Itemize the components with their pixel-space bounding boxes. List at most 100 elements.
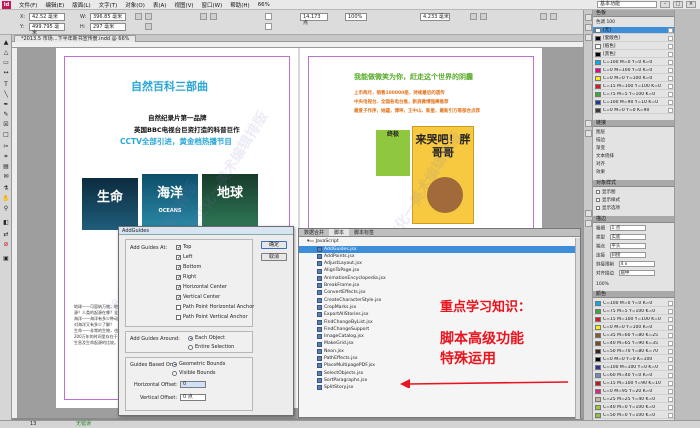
x-field[interactable]: 42.52 毫米	[29, 13, 65, 21]
stroke-option-row[interactable]: 连接 斜接	[596, 252, 647, 259]
color-swatch-row[interactable]: C=35 M=60 Y=80 K=25	[593, 332, 675, 339]
script-item[interactable]: BreakFrame.jsx	[299, 282, 577, 289]
stroke-option-row[interactable]: 类型 实底	[596, 234, 647, 241]
links-panel-header[interactable]: 链接	[593, 120, 675, 127]
shear-icon[interactable]	[145, 23, 152, 30]
checkbox[interactable]	[176, 314, 181, 320]
swatch-row[interactable]: C=0 M=0 Y=100 K=0	[593, 75, 675, 82]
color-swatch-row[interactable]: C=0 M=95 Y=20 K=0	[593, 388, 675, 395]
view-mode-icon[interactable]: ▣	[2, 255, 10, 263]
guide-checkbox[interactable]: ✓ Left	[176, 254, 192, 260]
guide-checkbox[interactable]: ✓ Right	[176, 274, 196, 280]
menu-window[interactable]: 窗口(W)	[198, 1, 227, 9]
script-item[interactable]: Neon.jsx	[299, 348, 577, 355]
color-swatch-row[interactable]: C=40 M=0 Y=100 K=0	[593, 404, 675, 411]
guide-checkbox[interactable]: ✓ Vertical Center	[176, 294, 220, 300]
pages-icon[interactable]	[585, 14, 592, 21]
script-item[interactable]: ImageCatalog.jsx	[299, 333, 577, 340]
color-swatch-row[interactable]: C=0 M=0 Y=100 K=0	[593, 324, 675, 331]
close-button[interactable]: ×	[686, 1, 696, 8]
panel-link-item[interactable]: 对齐	[596, 161, 605, 167]
fill-swatch-icon[interactable]	[265, 13, 272, 20]
tab-data-merge[interactable]: 数据合并	[299, 229, 329, 236]
gradient-tool-icon[interactable]: ▤	[2, 163, 10, 171]
color-swatch-row[interactable]: C=0 M=0 Y=0 K=100	[593, 356, 675, 363]
fit-content-icon[interactable]	[550, 13, 557, 20]
opacity-field[interactable]: 100%	[345, 13, 367, 21]
swatch-row[interactable]: [无]	[593, 27, 675, 34]
y-field[interactable]: 499.795 毫米	[29, 23, 65, 36]
stroke-icon[interactable]	[585, 120, 592, 127]
headline-2[interactable]: 英国BBC电视台巨资打造的科普巨作	[134, 124, 240, 134]
menu-layout[interactable]: 版面(L)	[68, 1, 94, 9]
color-swatch-row[interactable]: C=60 M=40 Y=0 K=0	[593, 372, 675, 379]
percent-value[interactable]: 100%	[596, 282, 609, 287]
stroke-option-row[interactable]: 端点 平头	[596, 243, 647, 250]
character-icon[interactable]	[585, 220, 592, 227]
zoom-level[interactable]: 66%	[254, 2, 274, 8]
swap-icon[interactable]: ⇄	[2, 231, 10, 239]
stroke-option-value[interactable]: 实底	[610, 234, 647, 240]
preflight-status[interactable]: 无错误	[76, 421, 91, 428]
menu-table[interactable]: 表(A)	[149, 1, 171, 9]
v-offset-field[interactable]: 0 点	[180, 394, 206, 401]
script-item[interactable]: AlignToPage.jsx	[299, 267, 577, 274]
swatches-panel-header[interactable]: 色板	[593, 10, 675, 17]
swatch-row[interactable]: C=100 M=0 Y=0 K=0	[593, 59, 675, 66]
book-cover-life[interactable]: 生命	[82, 178, 138, 230]
color-swatch-row[interactable]: C=75 M=5 Y=100 K=0	[593, 308, 675, 315]
stroke-panel-header[interactable]: 描边	[593, 216, 675, 223]
tint-value[interactable]: 100	[606, 20, 615, 25]
scissors-tool-icon[interactable]: ✂	[2, 143, 10, 151]
none-icon[interactable]: ⊘	[2, 241, 10, 249]
radio-each-object[interactable]: Each Object	[188, 335, 225, 341]
text-wrap-icon[interactable]	[470, 13, 477, 20]
color-panel-header[interactable]: 颜色	[593, 291, 675, 298]
menu-view[interactable]: 视图(V)	[170, 1, 197, 9]
menu-help[interactable]: 帮助(H)	[226, 1, 253, 9]
script-folder[interactable]: ▾▭ JavaScript	[299, 238, 577, 245]
script-item[interactable]: AdjustLayout.jsx	[299, 260, 577, 267]
swatch-row[interactable]: C=0 M=100 Y=0 K=0	[593, 67, 675, 74]
pen-tool-icon[interactable]: ✒	[2, 101, 10, 109]
small-book-cover[interactable]: 终极	[376, 130, 410, 176]
page-tool-icon[interactable]: ▭	[2, 59, 10, 67]
menu-file[interactable]: 文件(F)	[15, 1, 41, 9]
rectangle-tool-icon[interactable]: □	[2, 131, 10, 139]
panel-link-item[interactable]: 描边	[596, 137, 605, 143]
script-item[interactable]: AddPoints.jsx	[299, 253, 577, 260]
note-tool-icon[interactable]: ✉	[2, 173, 10, 181]
guide-checkbox[interactable]: ✓ Horizontal Center	[176, 284, 227, 290]
script-item[interactable]: PlaceMultipagePDF.jsx	[299, 362, 577, 369]
layers-icon[interactable]	[585, 24, 592, 31]
radio-geometric-bounds[interactable]: Geometric Bounds	[172, 361, 225, 367]
stroke-option-row[interactable]: 对齐描边 居中	[596, 270, 656, 277]
offset-field[interactable]: 4.233 毫米	[420, 13, 450, 21]
effects-icon[interactable]	[585, 210, 592, 217]
checkbox[interactable]: ✓	[176, 284, 181, 290]
tab-script-label[interactable]: 脚本标签	[349, 229, 379, 236]
script-item[interactable]: CreateCharacterStyle.jsx	[299, 297, 577, 304]
menu-edit[interactable]: 编辑(E)	[41, 1, 68, 9]
checkbox[interactable]: ✓	[176, 294, 181, 300]
menu-object[interactable]: 对象(O)	[121, 1, 149, 9]
color-swatch-row[interactable]: C=40 M=65 Y=90 K=35	[593, 340, 675, 347]
stroke-option-value[interactable]: 斜接	[610, 252, 647, 258]
direct-selection-tool-icon[interactable]: △	[2, 49, 10, 57]
color-swatch-row[interactable]: C=100 M=100 Y=0 K=0	[593, 364, 675, 371]
color-swatch-row[interactable]: C=50 M=0 Y=100 K=0	[593, 412, 675, 419]
w-field[interactable]: 396.85 毫米	[90, 13, 126, 21]
guide-checkbox[interactable]: Path Point Horizontal Anchor	[176, 304, 254, 310]
stroke-weight-field[interactable]: 14.173 点	[300, 13, 328, 26]
script-item[interactable]: ExportAllStories.jsx	[299, 311, 577, 318]
panel-link-item[interactable]: 文本绕排	[596, 153, 614, 159]
promo-line-2[interactable]: 中央电视台、全国各电台推，新浪微博强棒推荐	[354, 99, 449, 105]
stroke-option-value[interactable]: 居中	[619, 270, 656, 276]
script-item[interactable]: FindChangeSupport	[299, 326, 577, 333]
frame-tool-icon[interactable]: ☒	[2, 121, 10, 129]
h-offset-field[interactable]: 0	[180, 381, 206, 388]
document-tab[interactable]: *2013.5 市场…下半年新书宣传册.indd @ 66%	[14, 35, 137, 42]
object-style-option[interactable]: 显示图	[596, 189, 616, 195]
rotate-icon[interactable]	[145, 13, 152, 20]
page-title[interactable]: 自然百科三部曲	[131, 78, 208, 94]
